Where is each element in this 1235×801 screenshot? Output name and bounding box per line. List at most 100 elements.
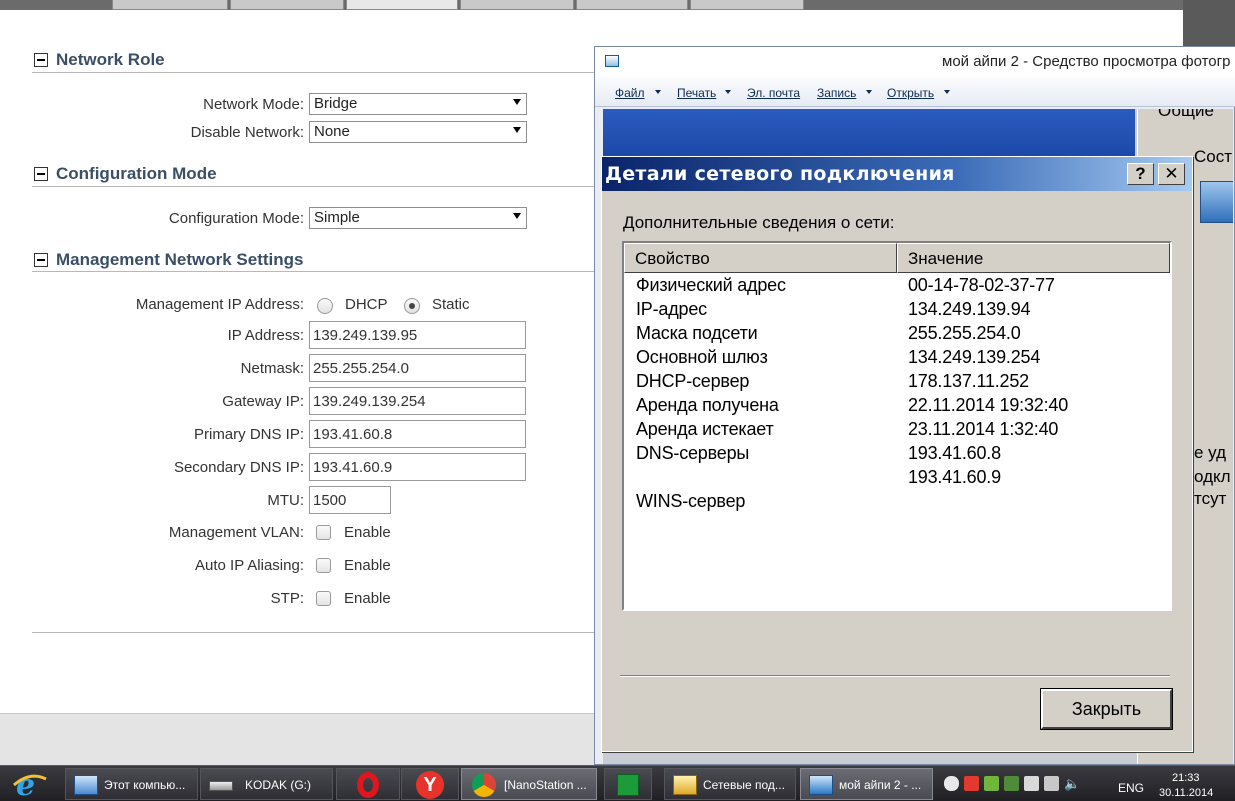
clock-time[interactable]: 21:33 <box>1172 772 1200 784</box>
configuration-mode-value: Simple <box>314 209 360 226</box>
disable-network-select[interactable]: None <box>309 121 527 143</box>
dialog-title-bar[interactable]: Детали сетевого подключения ? ✕ <box>602 157 1192 191</box>
disable-network-value: None <box>314 123 350 140</box>
collapse-icon[interactable] <box>34 53 48 67</box>
menu-file[interactable]: Файл <box>615 86 645 100</box>
list-item-property: DHCP-сервер <box>636 371 750 391</box>
photo-bg-text: е уд <box>1194 443 1227 462</box>
language-indicator[interactable]: ENG <box>1118 781 1144 795</box>
gateway-ip-input[interactable]: 139.249.139.254 <box>309 387 526 415</box>
mtu-input[interactable]: 1500 <box>309 486 391 514</box>
volume-icon[interactable]: 🔈 <box>1064 776 1080 791</box>
list-item-value: 255.255.254.0 <box>908 323 1021 343</box>
flag-icon[interactable] <box>1024 776 1039 791</box>
internet-explorer-icon[interactable]: e <box>12 768 48 801</box>
stp-checkbox[interactable] <box>316 591 331 606</box>
router-tab[interactable] <box>230 0 344 10</box>
list-item-property: DNS-серверы <box>636 443 750 463</box>
taskbar-item-store[interactable] <box>604 768 652 800</box>
list-item-property: Основной шлюз <box>636 347 768 367</box>
dialog-subtitle: Дополнительные сведения о сети: <box>623 213 895 232</box>
svg-text:e: e <box>16 769 35 799</box>
help-button[interactable]: ? <box>1127 163 1154 185</box>
taskbar-item-kodak[interactable]: KODAK (G:) <box>200 768 333 800</box>
viewer-title-bar[interactable]: мой айпи 2 - Средство просмотра фотогр <box>595 47 1235 77</box>
section-divider <box>32 271 595 272</box>
list-item-value: 22.11.2014 19:32:40 <box>908 395 1069 415</box>
primary-dns-input[interactable]: 193.41.60.8 <box>309 420 526 448</box>
network-icon <box>1200 181 1233 223</box>
section-configuration-mode[interactable]: Configuration Mode <box>34 164 217 184</box>
photo-bg-text: Общие <box>1158 109 1214 120</box>
taskbar-item-photo-viewer[interactable]: мой айпи 2 - ... <box>800 768 933 800</box>
menu-print[interactable]: Печать <box>677 86 716 100</box>
list-item-value: 00-14-78-02-37-77 <box>908 275 1055 295</box>
taskbar-item-label: Сетевые под... <box>703 778 785 792</box>
section-management-network[interactable]: Management Network Settings <box>34 250 304 270</box>
photo-bg-text: одкл <box>1194 467 1231 486</box>
mtu-label: MTU: <box>267 492 304 509</box>
taskbar-item-this-pc[interactable]: Этот компью... <box>65 768 198 800</box>
netmask-input[interactable]: 255.255.254.0 <box>309 354 526 382</box>
gateway-ip-label: Gateway IP: <box>222 393 304 410</box>
dialog-title: Детали сетевого подключения <box>605 163 955 185</box>
details-list[interactable]: Свойство Значение Физический адрес 00-14… <box>622 241 1172 611</box>
taskbar-item-label: Этот компью... <box>104 778 186 792</box>
network-mode-value: Bridge <box>314 95 358 112</box>
collapse-icon[interactable] <box>34 253 48 267</box>
close-button[interactable]: Закрыть <box>1040 688 1173 730</box>
column-header-value[interactable]: Значение <box>897 243 1170 273</box>
list-item-value: 178.137.11.252 <box>908 371 1029 391</box>
section-divider <box>32 186 595 187</box>
chrome-icon <box>472 773 496 797</box>
list-item-property: IP-адрес <box>636 299 707 319</box>
photo-bg-text: Сост <box>1194 147 1233 166</box>
network-tray-icon[interactable] <box>1044 776 1059 791</box>
router-tab[interactable] <box>460 0 574 10</box>
stp-label: STP: <box>270 590 304 607</box>
taskbar-item-network-connections[interactable]: Сетевые под... <box>664 768 796 800</box>
network-mode-label: Network Mode: <box>203 96 304 113</box>
auto-ip-aliasing-checkbox[interactable] <box>316 558 331 573</box>
viewer-title: мой айпи 2 - Средство просмотра фотогр <box>942 53 1231 70</box>
dhcp-radio-label: DHCP <box>345 296 388 313</box>
photo-blue-band <box>603 109 1135 157</box>
dropdown-arrow-icon <box>513 213 521 219</box>
column-header-property[interactable]: Свойство <box>624 243 897 273</box>
secondary-dns-input[interactable]: 193.41.60.9 <box>309 453 526 481</box>
taskbar: e Этот компью... KODAK (G:) Y [NanoStati… <box>0 765 1235 801</box>
taskbar-item-opera[interactable] <box>336 768 400 800</box>
cloud-icon[interactable] <box>944 776 959 791</box>
router-tab[interactable] <box>112 0 228 10</box>
section-title: Management Network Settings <box>56 250 304 269</box>
menu-email[interactable]: Эл. почта <box>747 86 800 100</box>
static-radio-label: Static <box>432 296 470 313</box>
static-radio[interactable] <box>404 298 420 314</box>
nvidia-icon[interactable] <box>984 776 999 791</box>
management-vlan-checkbox[interactable] <box>316 525 331 540</box>
bottom-divider <box>32 632 595 633</box>
taskbar-item-chrome[interactable]: [NanoStation ... <box>461 768 597 800</box>
ip-address-input[interactable]: 139.249.139.95 <box>309 321 526 349</box>
management-vlan-option: Enable <box>344 524 391 541</box>
taskbar-item-yandex[interactable]: Y <box>401 768 459 800</box>
router-tab[interactable] <box>690 0 804 10</box>
taskbar-item-label: KODAK (G:) <box>245 778 312 792</box>
taskbar-item-label: мой айпи 2 - ... <box>839 778 922 792</box>
dhcp-radio[interactable] <box>317 298 333 314</box>
section-network-role[interactable]: Network Role <box>34 50 165 70</box>
configuration-mode-select[interactable]: Simple <box>309 207 527 229</box>
antivirus-icon[interactable] <box>964 776 979 791</box>
computer-icon <box>74 775 98 795</box>
router-tab-active[interactable] <box>346 0 458 10</box>
network-mode-select[interactable]: Bridge <box>309 93 527 115</box>
router-tab[interactable] <box>576 0 688 10</box>
dropdown-arrow-icon <box>513 99 521 105</box>
clock-date[interactable]: 30.11.2014 <box>1159 787 1213 799</box>
ip-address-label: IP Address: <box>227 327 304 344</box>
security-icon[interactable] <box>1004 776 1019 791</box>
close-x-button[interactable]: ✕ <box>1158 163 1185 185</box>
menu-open[interactable]: Открыть <box>887 86 934 100</box>
menu-burn[interactable]: Запись <box>817 86 856 100</box>
collapse-icon[interactable] <box>34 167 48 181</box>
